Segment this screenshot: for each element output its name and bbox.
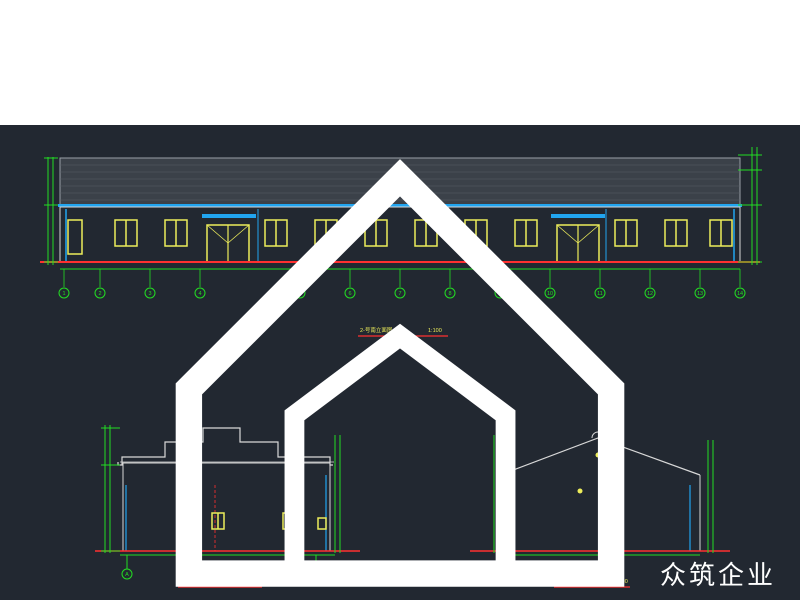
blank-header-area [0,0,800,125]
watermark-text: 众筑企业 [660,561,777,591]
watermark-logo-icon [175,159,625,587]
cad-drawing-viewport[interactable]: 1 2 3 4 5 6 7 8 9 10 11 12 13 14 2-号南立面图… [0,125,800,600]
